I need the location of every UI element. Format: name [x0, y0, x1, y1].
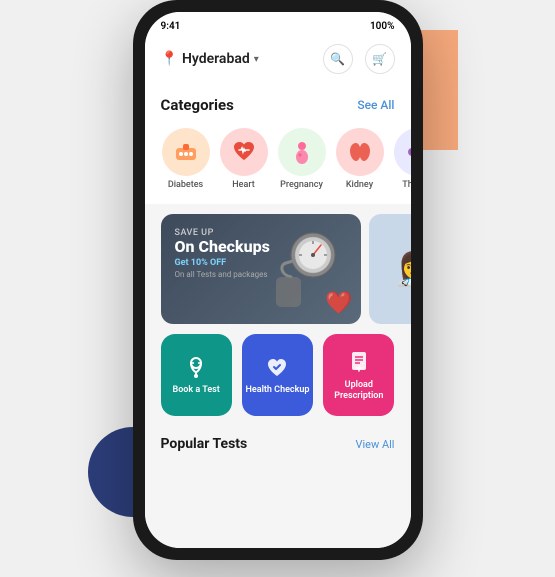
location-label: Hyderabad [182, 51, 250, 67]
health-checkup-icon [264, 354, 290, 380]
banner-discount: Get 10% OFF [175, 258, 270, 268]
category-circle-heart [220, 128, 268, 176]
cart-button[interactable]: 🛒 [365, 44, 395, 74]
status-bar: 9:41 100% [145, 12, 411, 40]
health-checkup-label: Health Checkup [246, 385, 310, 396]
stethoscope-icon [183, 354, 209, 380]
chevron-down-icon: ▾ [254, 54, 259, 65]
book-test-label: Book a Test [172, 385, 219, 396]
status-time: 9:41 [161, 21, 181, 32]
category-circle-kidney [336, 128, 384, 176]
see-all-button[interactable]: See All [357, 98, 394, 112]
category-label-heart: Heart [232, 180, 254, 190]
content-area: Categories See All [145, 84, 411, 548]
categories-title: Categories [161, 96, 234, 114]
heart-decoration: ❤️ [325, 291, 352, 316]
search-icon: 🔍 [330, 52, 345, 66]
upload-prescription-button[interactable]: Upload Prescription [323, 334, 394, 416]
top-icons: 🔍 🛒 [323, 44, 395, 74]
category-item-heart[interactable]: Heart [219, 128, 269, 190]
search-button[interactable]: 🔍 [323, 44, 353, 74]
view-all-button[interactable]: View All [355, 438, 394, 451]
diabetes-icon [172, 138, 200, 166]
phone-frame: 9:41 100% 📍 Hyderabad ▾ 🔍 🛒 [133, 0, 423, 560]
phone-screen: 9:41 100% 📍 Hyderabad ▾ 🔍 🛒 [145, 12, 411, 548]
top-bar: 📍 Hyderabad ▾ 🔍 🛒 [145, 40, 411, 84]
upload-prescription-label: Upload Prescription [323, 380, 394, 402]
location-area[interactable]: 📍 Hyderabad ▾ [161, 51, 259, 67]
pregnancy-icon [288, 138, 316, 166]
promo-banner[interactable]: SAVE UP On Checkups Get 10% OFF On all T… [161, 214, 361, 324]
popular-tests-title: Popular Tests [161, 436, 248, 452]
category-label-pregnancy: Pregnancy [280, 180, 323, 190]
categories-header: Categories See All [145, 84, 411, 122]
popular-tests-header: Popular Tests View All [145, 428, 411, 456]
cart-icon: 🛒 [372, 52, 387, 66]
thyroid-icon [404, 138, 411, 166]
banner-title: On Checkups [175, 238, 270, 256]
book-test-button[interactable]: Book a Test [161, 334, 232, 416]
category-label-kidney: Kidney [346, 180, 373, 190]
category-circle-pregnancy [278, 128, 326, 176]
secondary-banner[interactable]: 👩‍⚕️ [369, 214, 411, 324]
category-item-thyroid[interactable]: Thyroid [393, 128, 411, 190]
status-battery: 100% [370, 21, 395, 32]
health-checkup-button[interactable]: Health Checkup [242, 334, 313, 416]
banner-content: SAVE UP On Checkups Get 10% OFF On all T… [161, 214, 284, 293]
category-label-diabetes: Diabetes [168, 180, 203, 190]
category-circle-diabetes [162, 128, 210, 176]
categories-row: Diabetes Heart [145, 122, 411, 204]
banners-row: SAVE UP On Checkups Get 10% OFF On all T… [145, 204, 411, 334]
quick-actions: Book a Test Health Checkup [145, 334, 411, 428]
category-item-kidney[interactable]: Kidney [335, 128, 385, 190]
category-item-pregnancy[interactable]: Pregnancy [277, 128, 327, 190]
location-pin-icon: 📍 [161, 51, 178, 67]
doctor-emoji: 👩‍⚕️ [394, 250, 411, 288]
kidney-icon [346, 138, 374, 166]
prescription-icon [346, 349, 372, 375]
category-item-diabetes[interactable]: Diabetes [161, 128, 211, 190]
category-label-thyroid: Thyroid [402, 180, 410, 190]
banner-subtitle: On all Tests and packages [175, 270, 270, 279]
heart-icon [230, 138, 258, 166]
category-circle-thyroid [394, 128, 411, 176]
